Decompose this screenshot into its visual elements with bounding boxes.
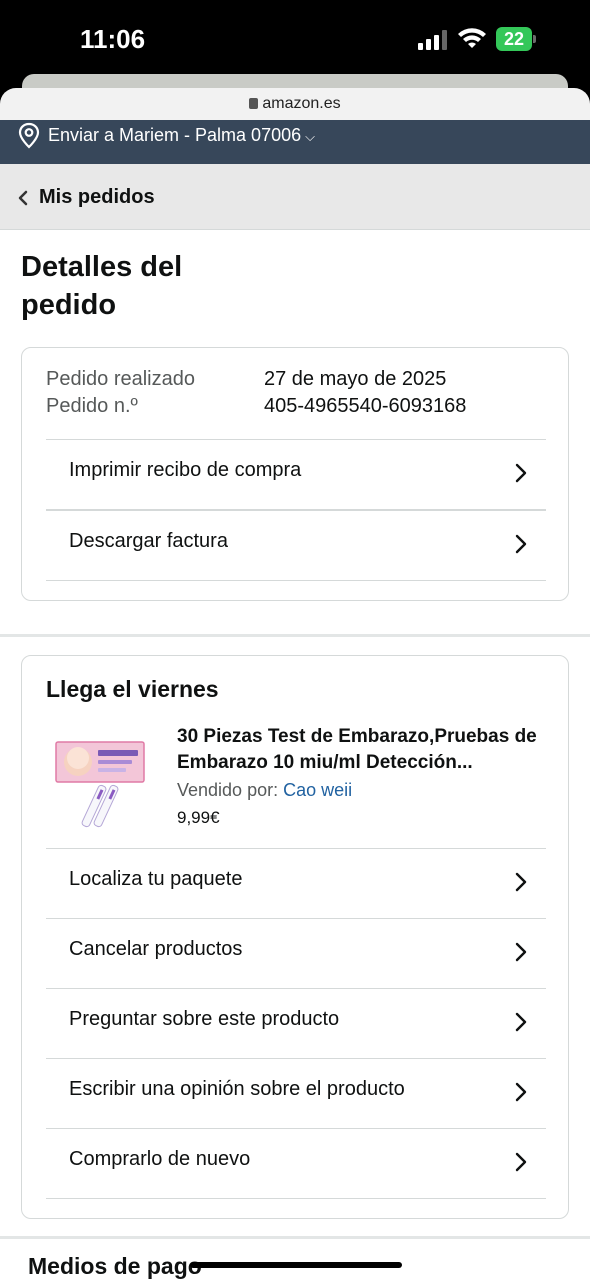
browser-url-bar[interactable]: amazon.es <box>0 88 590 122</box>
print-receipt-label: Imprimir recibo de compra <box>69 459 302 481</box>
chevron-right-icon <box>515 1082 527 1102</box>
chevron-right-icon <box>515 463 527 483</box>
lock-icon <box>249 98 259 109</box>
status-time: 11:06 <box>80 24 146 54</box>
divider <box>46 580 546 581</box>
payment-section: Medios de pago <box>0 1236 590 1280</box>
wifi-icon <box>458 28 486 48</box>
order-date-label: Pedido realizado <box>46 368 195 390</box>
chevron-right-icon <box>515 534 527 554</box>
product-image[interactable] <box>50 736 150 832</box>
download-invoice-row[interactable]: Descargar factura <box>46 509 546 579</box>
deliver-address: Enviar a Mariem - Palma 07006 <box>48 125 302 145</box>
seller-line: Vendido por: Cao weii <box>177 780 352 801</box>
buy-again-row[interactable]: Comprarlo de nuevo <box>46 1128 546 1198</box>
chevron-down-icon: ⌵ <box>305 129 315 144</box>
seller-link[interactable]: Cao weii <box>283 780 352 800</box>
signal-icon <box>418 30 447 50</box>
track-package-row[interactable]: Localiza tu paquete <box>46 848 546 918</box>
page-title: Detalles del pedido <box>21 251 183 321</box>
section-divider <box>0 634 590 637</box>
product-price: 9,99€ <box>177 808 220 827</box>
home-indicator[interactable] <box>190 1262 402 1268</box>
track-package-label: Localiza tu paquete <box>69 868 243 890</box>
chevron-left-icon <box>18 190 28 206</box>
ask-product-question-row[interactable]: Preguntar sobre este producto <box>46 988 546 1058</box>
sold-by-label: Vendido por: <box>177 780 279 800</box>
chevron-right-icon <box>515 872 527 892</box>
print-receipt-row[interactable]: Imprimir recibo de compra <box>46 439 546 509</box>
chevron-right-icon <box>515 942 527 962</box>
order-number-label: Pedido n.º <box>46 395 138 417</box>
cancel-items-row[interactable]: Cancelar productos <box>46 918 546 988</box>
shipment-card: Llega el viernes 30 Piezas Test de Embar… <box>21 655 569 1219</box>
main-content: Detalles del pedido Pedido realizado 27 … <box>0 230 590 1280</box>
write-review-row[interactable]: Escribir una opinión sobre el producto <box>46 1058 546 1128</box>
download-invoice-label: Descargar factura <box>69 530 228 552</box>
order-date-value: 27 de mayo de 2025 <box>264 368 447 390</box>
order-number-value: 405-4965540-6093168 <box>264 395 467 417</box>
location-pin-icon <box>18 122 40 149</box>
divider <box>46 1198 546 1199</box>
breadcrumb-back-link[interactable]: Mis pedidos <box>39 186 155 209</box>
payment-heading: Medios de pago <box>28 1253 202 1279</box>
delivery-heading: Llega el viernes <box>46 676 219 702</box>
battery-icon: 22 <box>496 27 536 51</box>
buy-again-label: Comprarlo de nuevo <box>69 1148 251 1170</box>
url-text: amazon.es <box>262 95 341 112</box>
order-summary-card: Pedido realizado 27 de mayo de 2025 Pedi… <box>21 347 569 601</box>
ask-product-question-label: Preguntar sobre este producto <box>69 1008 340 1030</box>
cancel-items-label: Cancelar productos <box>69 938 243 960</box>
battery-level: 22 <box>496 27 532 51</box>
chevron-right-icon <box>515 1012 527 1032</box>
chevron-right-icon <box>515 1152 527 1172</box>
deliver-to-bar[interactable]: Enviar a Mariem - Palma 07006 ⌵ <box>0 120 590 164</box>
write-review-label: Escribir una opinión sobre el producto <box>69 1078 405 1100</box>
breadcrumb[interactable]: Mis pedidos <box>0 164 590 230</box>
status-bar: 11:06 22 <box>0 0 590 78</box>
product-title-link[interactable]: 30 Piezas Test de Embarazo,Pruebas de Em… <box>177 724 547 776</box>
